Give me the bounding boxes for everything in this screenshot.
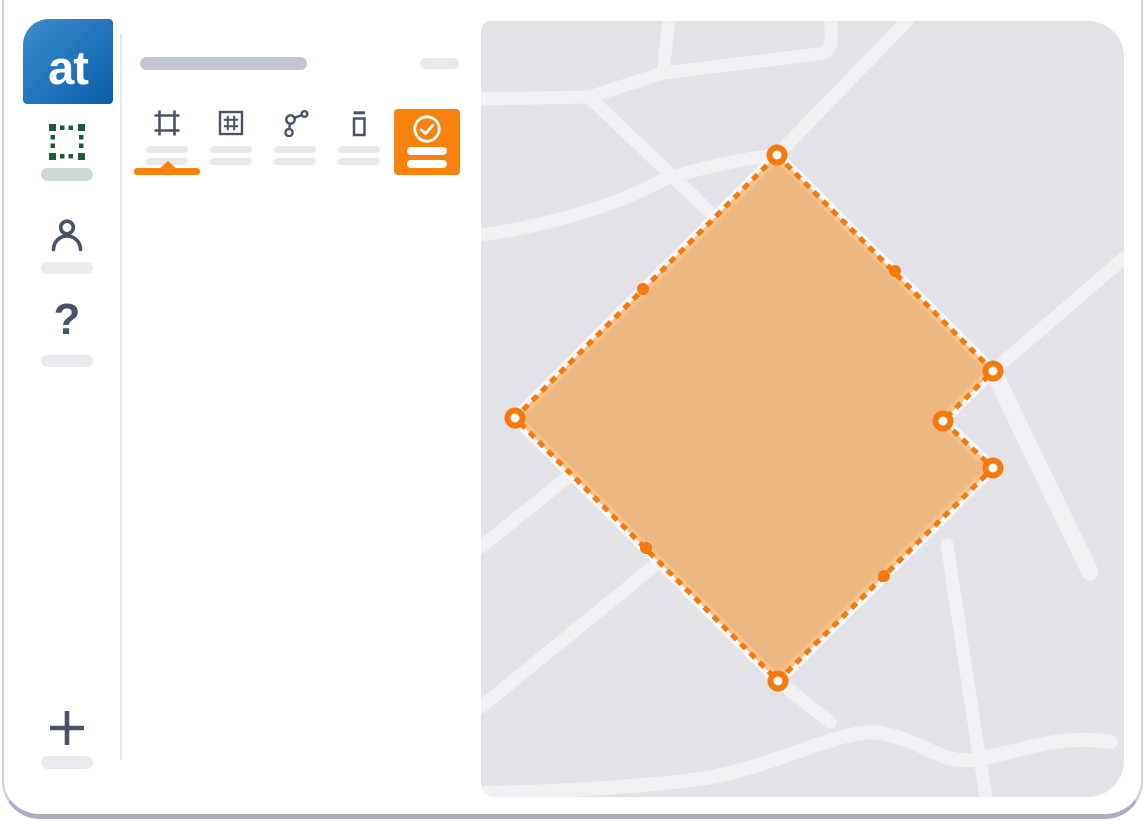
- midpoint-handle[interactable]: [640, 542, 652, 554]
- toolbar-label-skeleton: [274, 146, 316, 153]
- app-window: at ?: [0, 0, 1145, 830]
- toolbar-label-skeleton: [210, 146, 252, 153]
- road-top-main: [481, 21, 831, 99]
- midpoint-handle[interactable]: [637, 283, 649, 295]
- sidebar-item-fields[interactable]: [49, 124, 85, 165]
- vertex-handle-center: [939, 417, 948, 426]
- frame-icon: [153, 109, 181, 137]
- toolbar-item-boundary-frame[interactable]: [135, 109, 199, 185]
- toolbar-item-nodes[interactable]: [263, 109, 327, 185]
- active-tab-indicator: [134, 168, 200, 175]
- polyline-nodes-icon: [281, 109, 309, 137]
- road-bottom-wavy: [481, 732, 1111, 793]
- nav-label-skeleton-fields: [41, 168, 93, 181]
- midpoint-handle[interactable]: [889, 265, 901, 277]
- toolbar-label-skeleton: [338, 158, 380, 165]
- vertex-handle-center: [989, 464, 998, 473]
- vertex-handle-center: [773, 151, 782, 160]
- confirm-label-skeleton: [407, 160, 447, 168]
- sidebar-item-help[interactable]: ?: [49, 298, 85, 342]
- nav-label-skeleton-profile: [41, 262, 93, 274]
- app-logo[interactable]: at: [23, 19, 113, 104]
- selection-marquee-icon: [49, 124, 85, 160]
- toolbar-label-skeleton: [338, 146, 380, 153]
- nav-panel-divider: [120, 34, 122, 760]
- road-left-a: [481, 476, 569, 547]
- nav-label-skeleton-help: [41, 355, 93, 367]
- panel-title-skeleton: [140, 57, 307, 70]
- toolbar-item-confirm[interactable]: [394, 109, 460, 175]
- panel-action-skeleton: [420, 58, 459, 69]
- vertex-handle-center: [774, 677, 783, 686]
- road-top-branch: [663, 21, 669, 73]
- app-logo-text: at: [48, 40, 88, 95]
- toolbar-label-skeleton: [146, 146, 188, 153]
- toolbar-item-column[interactable]: [327, 109, 391, 185]
- road-left-b: [481, 562, 659, 707]
- field-polygon-fill[interactable]: [515, 155, 993, 681]
- frame-in-square-icon: [217, 109, 245, 137]
- road-upper-left-diagonal: [589, 97, 712, 214]
- toolbar-label-skeleton: [210, 158, 252, 165]
- vertex-handle-center: [511, 414, 520, 423]
- vertex-handle-center: [989, 367, 998, 376]
- road-right-inbound: [993, 258, 1124, 371]
- toolbar-label-skeleton: [274, 158, 316, 165]
- midpoint-handle[interactable]: [878, 570, 890, 582]
- rect-top-line-icon: [345, 109, 373, 137]
- map-svg: [481, 21, 1124, 797]
- sidebar-item-add[interactable]: [49, 710, 85, 751]
- confirm-label-skeleton: [407, 147, 447, 155]
- sidebar-item-profile[interactable]: [47, 216, 87, 261]
- person-icon: [47, 216, 87, 256]
- nav-label-skeleton-add: [41, 756, 93, 769]
- map-canvas[interactable]: [481, 21, 1124, 797]
- toolbar-item-frame-square[interactable]: [199, 109, 263, 185]
- plus-icon: [49, 710, 85, 746]
- question-mark-icon: ?: [54, 295, 81, 344]
- road-right-wide: [993, 371, 1090, 572]
- check-circle-icon: [412, 114, 442, 144]
